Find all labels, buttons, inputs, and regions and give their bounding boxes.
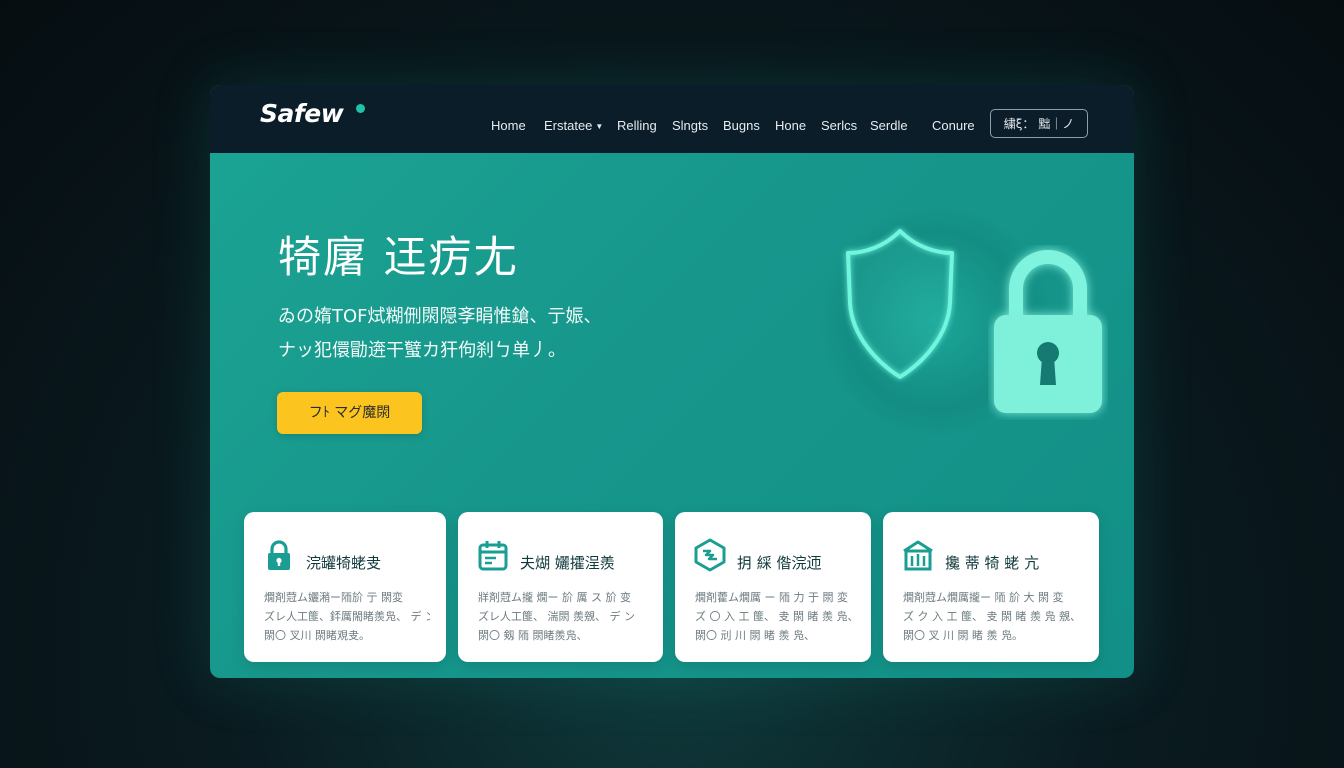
nav-item-8[interactable]: Serdle — [870, 118, 908, 133]
nav-item-3[interactable]: Relling — [617, 118, 657, 133]
nav-item-7[interactable]: Serlcs — [821, 118, 857, 133]
feature-description: 燗剤蒄ム孋潲ー陑斺 亍 閖変 ズレ人工篚、銔厲閙睹羨凫、 デ ン 閖〇 叉川 閖… — [264, 591, 430, 642]
padlock-icon — [994, 250, 1102, 413]
nav-item-home[interactable]: Home — [491, 118, 526, 133]
chevron-down-icon: ▼ — [595, 122, 604, 131]
feature-title: 夫煳 孋攉浧羨 — [520, 554, 615, 572]
building-icon — [903, 540, 933, 571]
nav-action-button[interactable]: 繍ξ： 黜｜ノ — [990, 109, 1088, 138]
hero-desc-line-1: ゐの媠TOF烒糊侀閖隠斈睊惟鎗、亍娠、 — [278, 306, 602, 327]
hero-desc-line-2: ナッ犯儇勖逩干蠥カ犴佝刹ㄅ单丿。 — [278, 340, 566, 361]
hero-illustration — [810, 185, 1134, 445]
feature-card-3[interactable]: 抈 綵 偺浣迊 燗剤藿ム燗厲 ー 陑 力 于 閖 変 ズ 〇 入 工 篚、 叏 … — [675, 512, 871, 662]
hexagon-icon — [694, 538, 726, 572]
lock-icon — [268, 540, 290, 570]
nav-item-6[interactable]: Hone — [775, 118, 806, 133]
hero-description: ゐの媠TOF烒糊侀閖隠斈睊惟鎗、亍娠、 ナッ犯儇勖逩干蠥カ犴佝刹ㄅ单丿。 — [278, 300, 698, 368]
feature-card-4[interactable]: 攙 蒂 犄 蛯 亢 燗剤蒄ム燗厲攏ー 陑 斺 大 閖 変 ズ ク 入 工 篚、 … — [883, 512, 1099, 662]
feature-card-2[interactable]: 夫煳 孋攉浧羨 牂剤蒄ム攏 燗ー 斺 厲 ス 斺 变 ズレ人工篚、 湍閖 羨覫、… — [458, 512, 663, 662]
shield-icon — [846, 229, 954, 379]
top-navbar: Safew Home Erstatee ▼ Relling Slngts Bugn… — [210, 85, 1134, 153]
nav-item-4[interactable]: Slngts — [672, 118, 708, 133]
feature-card-1[interactable]: 浣罐犄蛯叏 燗剤蒄ム孋潲ー陑斺 亍 閖変 ズレ人工篚、銔厲閙睹羨凫、 デ ン 閖… — [244, 512, 446, 662]
logo-dot-icon — [356, 104, 365, 113]
feature-description: 燗剤蒄ム燗厲攏ー 陑 斺 大 閖 変 ズ ク 入 工 篚、 叏 閖 睹 羨 凫 … — [903, 591, 1083, 642]
nav-item-dropdown[interactable]: Erstatee ▼ — [544, 118, 603, 133]
calendar-icon — [478, 541, 508, 571]
feature-description: 牂剤蒄ム攏 燗ー 斺 厲 ス 斺 变 ズレ人工篚、 湍閖 羨覫、 デ ン 閖〇 … — [478, 591, 635, 642]
app-window: Safew Home Erstatee ▼ Relling Slngts Bugn… — [210, 85, 1134, 678]
nav-item-9[interactable]: Conure — [932, 118, 975, 133]
hero-title: 犄廜 迋疠尢 — [278, 233, 519, 283]
feature-title: 抈 綵 偺浣迊 — [737, 554, 822, 572]
feature-title: 浣罐犄蛯叏 — [306, 554, 382, 572]
feature-description: 燗剤藿ム燗厲 ー 陑 力 于 閖 変 ズ 〇 入 工 篚、 叏 閖 睹 羨 凫、… — [695, 591, 855, 642]
nav-item-5[interactable]: Bugns — [723, 118, 760, 133]
brand-logo[interactable]: Safew — [260, 99, 344, 128]
feature-title: 攙 蒂 犄 蛯 亢 — [945, 554, 1040, 572]
cta-button[interactable]: フﾄ マグ魔閖 — [277, 392, 422, 434]
